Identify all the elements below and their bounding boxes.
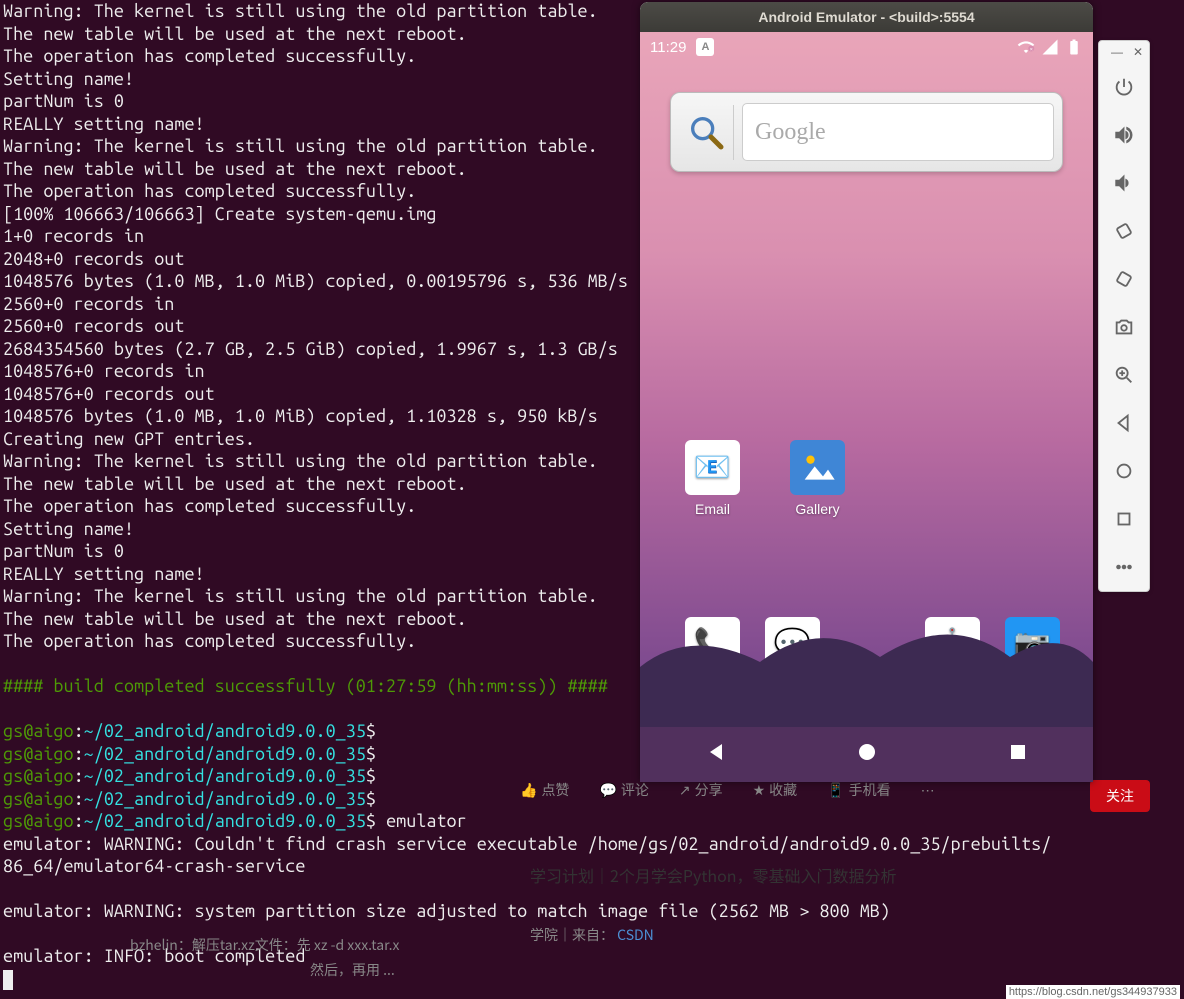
power-button[interactable] — [1098, 63, 1150, 111]
statusbar: 11:29 A × — [640, 32, 1093, 62]
csdn-link[interactable]: CSDN — [617, 925, 654, 945]
wallpaper-mountains — [640, 607, 1093, 727]
wifi-icon: × — [1017, 38, 1035, 56]
screenshot-button[interactable] — [1098, 303, 1150, 351]
app-label: Email — [695, 501, 730, 517]
comment-text: bzhelin：解压tar.xz文件：先 xz -d xxx.tar.x — [130, 935, 400, 955]
more-button[interactable] — [1098, 543, 1150, 591]
more-button[interactable]: ⋯ — [921, 782, 935, 799]
volume-down-button[interactable] — [1098, 159, 1150, 207]
rotate-left-button[interactable] — [1098, 207, 1150, 255]
rotate-right-button[interactable] — [1098, 255, 1150, 303]
mobile-button[interactable]: 📱 手机看 — [827, 780, 890, 800]
svg-text:×: × — [1030, 47, 1033, 53]
app-email[interactable]: 📧 Email — [685, 440, 740, 517]
follow-button[interactable]: 关注 — [1090, 780, 1150, 812]
collect-button[interactable]: ★ 收藏 — [753, 780, 798, 800]
search-input[interactable]: Google — [742, 103, 1054, 161]
page-url: https://blog.csdn.net/gs344937933 — [1006, 985, 1180, 999]
study-plan[interactable]: 学习计划｜2个月学会Python，零基础入门数据分析 — [530, 863, 897, 887]
source-label: 学院｜来自： — [530, 925, 614, 945]
like-button[interactable]: 👍 点赞 — [520, 780, 569, 800]
app-label: Gallery — [795, 501, 839, 517]
emulator-screen[interactable]: 11:29 A × Google 📧 Email — [640, 32, 1093, 782]
zoom-button[interactable] — [1098, 351, 1150, 399]
search-icon[interactable] — [679, 105, 734, 160]
comment-text-2: 然后，再用 ... — [310, 960, 395, 980]
keyboard-icon: A — [696, 38, 714, 56]
back-button[interactable] — [1098, 399, 1150, 447]
battery-icon — [1065, 38, 1083, 56]
email-icon: 📧 — [685, 440, 740, 495]
home-button[interactable] — [1098, 447, 1150, 495]
volume-up-button[interactable] — [1098, 111, 1150, 159]
google-search-widget[interactable]: Google — [670, 92, 1063, 172]
share-button[interactable]: ↗ 分享 — [679, 780, 723, 800]
app-gallery[interactable]: Gallery — [790, 440, 845, 517]
emulator-window: Android Emulator - <build>:5554 11:29 A … — [640, 2, 1093, 782]
nav-recent[interactable] — [1006, 740, 1030, 769]
signal-icon — [1041, 38, 1059, 56]
nav-back[interactable] — [704, 740, 728, 769]
nav-home[interactable] — [855, 740, 879, 769]
blog-action-bar: 👍 点赞 💬 评论 ↗ 分享 ★ 收藏 📱 手机看 ⋯ — [520, 780, 935, 800]
gallery-icon — [790, 440, 845, 495]
minimize-button[interactable]: — — [1111, 45, 1123, 59]
emulator-sidebar: — ✕ — [1098, 40, 1150, 592]
navbar — [640, 727, 1093, 782]
close-button[interactable]: ✕ — [1133, 45, 1143, 59]
emulator-titlebar[interactable]: Android Emulator - <build>:5554 — [640, 2, 1093, 32]
status-time: 11:29 — [650, 39, 686, 56]
overview-button[interactable] — [1098, 495, 1150, 543]
comment-button[interactable]: 💬 评论 — [599, 780, 648, 800]
